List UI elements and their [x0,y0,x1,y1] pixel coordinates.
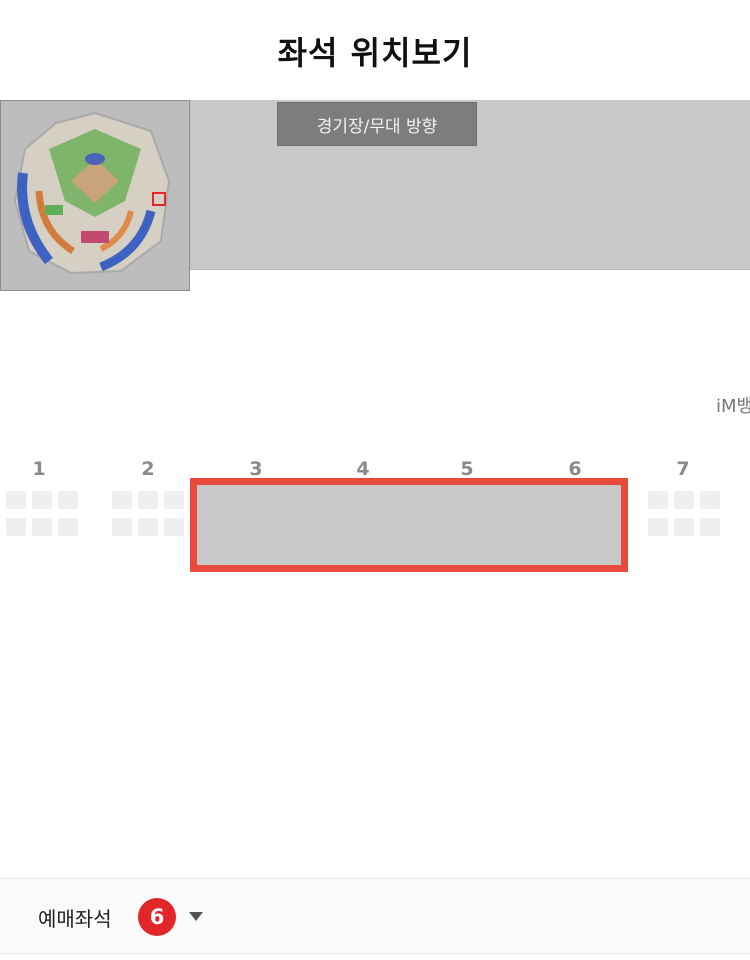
seat[interactable] [58,518,78,536]
seat[interactable] [138,491,158,509]
block-number: 2 [141,458,155,480]
seat[interactable] [138,518,158,536]
seat[interactable] [112,518,132,536]
seat[interactable] [674,518,694,536]
stadium-map-icon [13,111,171,275]
selected-seats-highlight[interactable] [190,478,628,572]
block-number: 6 [568,458,582,480]
seat[interactable] [32,491,52,509]
seat[interactable] [700,491,720,509]
block-number: 4 [356,458,370,480]
seat[interactable] [648,518,668,536]
seat[interactable] [32,518,52,536]
seat[interactable] [164,491,184,509]
seat[interactable] [648,491,668,509]
seat[interactable] [6,518,26,536]
stadium-minimap[interactable] [0,100,190,291]
block-number: 5 [460,458,474,480]
seat[interactable] [164,518,184,536]
stage-direction-label: 경기장/무대 방향 [277,102,477,146]
page-title: 좌석 위치보기 [277,34,473,72]
seat-count-badge: 6 [138,898,176,936]
seat[interactable] [112,491,132,509]
block-number: 7 [676,458,690,480]
seat[interactable] [674,491,694,509]
chevron-down-icon[interactable] [189,912,203,921]
selected-seats-label: 예매좌석 [38,907,112,931]
section-side-label: iM뱅 [716,396,750,417]
seat[interactable] [6,491,26,509]
bottom-selection-bar [0,878,750,954]
seat[interactable] [58,491,78,509]
block-number: 1 [32,458,46,480]
seat[interactable] [700,518,720,536]
block-number: 3 [249,458,263,480]
